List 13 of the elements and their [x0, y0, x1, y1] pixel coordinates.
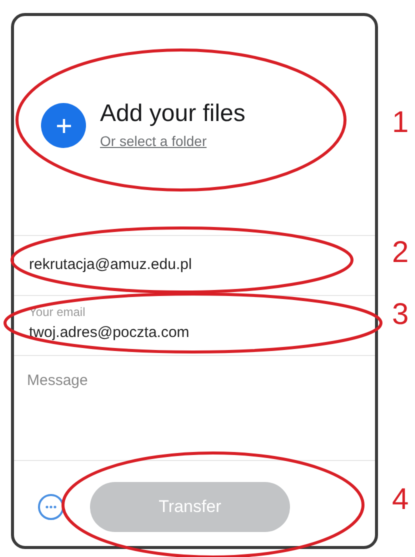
upload-title: Add your files [100, 99, 246, 129]
annotation-number: 3 [392, 300, 409, 330]
annotation-number: 4 [392, 485, 409, 515]
plus-icon [56, 118, 72, 134]
email-field[interactable]: twoj.adres@poczta.com [29, 322, 360, 345]
ellipsis-icon [45, 504, 57, 508]
message-field[interactable]: Message [27, 370, 362, 450]
add-files-button[interactable] [41, 103, 86, 148]
annotation-number: 2 [392, 238, 409, 268]
recipient-field[interactable]: rekrutacja@amuz.edu.pl [29, 254, 360, 277]
annotation-number: 1 [392, 108, 409, 138]
more-options-button[interactable] [38, 494, 64, 520]
select-folder-link[interactable]: Or select a folder [100, 131, 246, 152]
